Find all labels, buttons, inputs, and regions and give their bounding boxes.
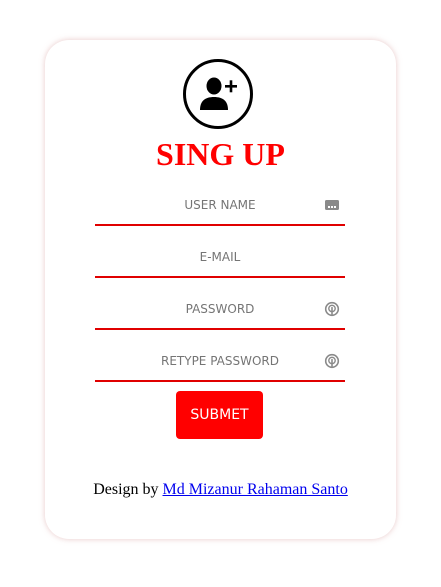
username-field-group: [95, 188, 345, 226]
add-user-icon: [183, 59, 253, 129]
author-link[interactable]: Md Mizanur Rahaman Santo: [163, 481, 348, 498]
retype-password-input[interactable]: [95, 344, 345, 378]
retype-password-field-group: [95, 344, 345, 382]
page-title: SING UP: [156, 136, 285, 172]
id-card-icon: [324, 197, 340, 213]
submit-button[interactable]: SUBMET: [176, 391, 263, 439]
fingerprint-icon: [324, 353, 340, 369]
username-input[interactable]: [95, 188, 345, 222]
credit-prefix: Design by: [93, 481, 159, 498]
email-field-group: [95, 240, 345, 278]
fingerprint-icon: [324, 301, 340, 317]
signup-card: SING UP USER NAME E-MAIL SUBMET Design b…: [45, 40, 396, 539]
password-input[interactable]: [95, 292, 345, 326]
password-field-group: [95, 292, 345, 330]
email-input[interactable]: [95, 240, 345, 274]
footer-credit: Design by Md Mizanur Rahaman Santo: [45, 480, 396, 500]
